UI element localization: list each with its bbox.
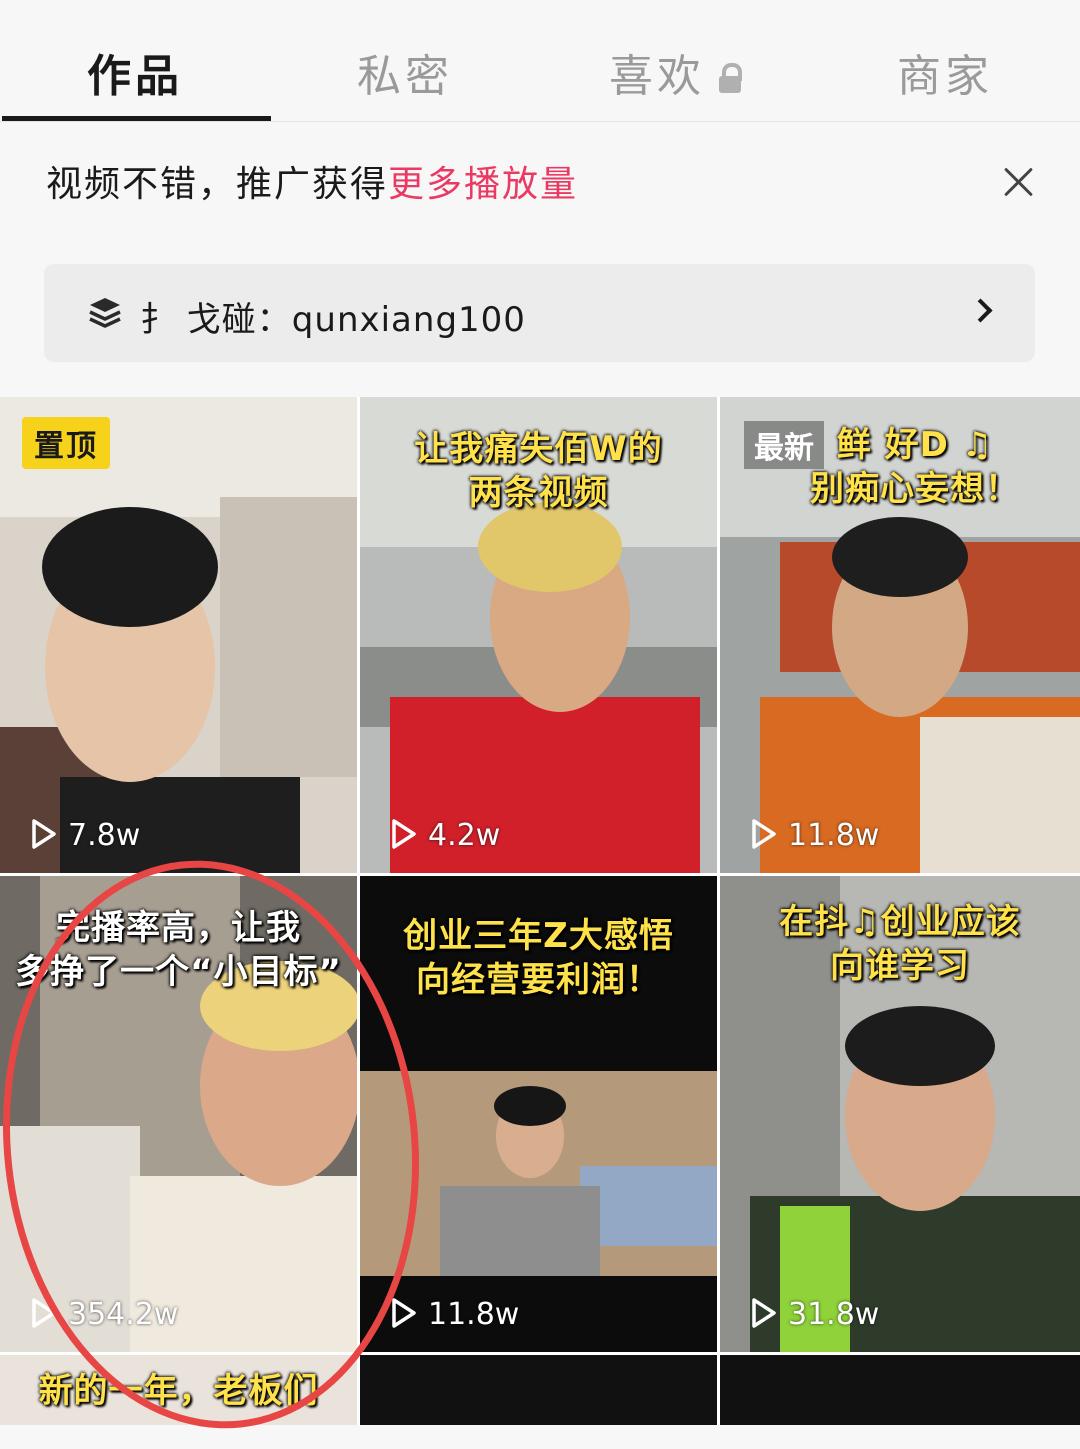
tab-merchant[interactable]: 商家 — [810, 40, 1080, 102]
video-caption: 在抖♫创业应该 向谁学习 — [779, 902, 1021, 986]
promo-link[interactable]: 更多播放量 — [388, 164, 578, 205]
play-count: 11.8w — [390, 1297, 519, 1332]
promo-message: 视频不错，推广获得更多播放量 — [46, 164, 579, 205]
contact-banner[interactable]: 扌 戈碰：qunxiang100 — [44, 264, 1035, 362]
video-caption: 让我痛失佰W的 两条视频 — [414, 429, 663, 513]
chevron-right-icon — [968, 298, 993, 323]
pinned-badge: 置顶 — [22, 417, 110, 469]
play-icon — [752, 819, 776, 849]
video-tile[interactable]: 让我痛失佰W的 两条视频 4.2w — [360, 397, 717, 873]
play-icon — [392, 819, 416, 849]
play-icon — [752, 1298, 776, 1328]
layers-icon — [89, 298, 121, 328]
play-icon — [32, 819, 56, 849]
divider — [0, 121, 1080, 122]
video-tile[interactable]: 在抖♫创业应该 向谁学习 31.8w — [720, 876, 1080, 1352]
video-tile[interactable]: 最新 鲜 好D ♫ 别痴心妄想！ 11.8w — [720, 397, 1080, 873]
tab-private[interactable]: 私密 — [270, 40, 540, 102]
play-count: 4.2w — [390, 818, 500, 853]
video-caption: 鲜 好D ♫ 别痴心妄想！ — [810, 425, 1020, 509]
video-tile[interactable] — [720, 1355, 1080, 1425]
close-icon[interactable] — [1000, 163, 1038, 201]
video-tile[interactable] — [360, 1355, 717, 1425]
tab-likes[interactable]: 喜欢 — [540, 40, 810, 102]
play-count: 7.8w — [30, 818, 140, 853]
play-count: 31.8w — [750, 1297, 879, 1332]
play-icon — [392, 1298, 416, 1328]
banner-text: 扌 戈碰：qunxiang100 — [140, 300, 526, 340]
play-count: 11.8w — [750, 818, 879, 853]
video-tile[interactable]: 置顶 7.8w — [0, 397, 357, 873]
profile-tabs: 作品 私密 喜欢 商家 — [0, 0, 1080, 122]
video-caption: 创业三年Z大感悟 向经营要利润！ — [403, 916, 674, 1000]
lock-icon — [719, 63, 742, 93]
tab-works[interactable]: 作品 — [0, 40, 270, 102]
